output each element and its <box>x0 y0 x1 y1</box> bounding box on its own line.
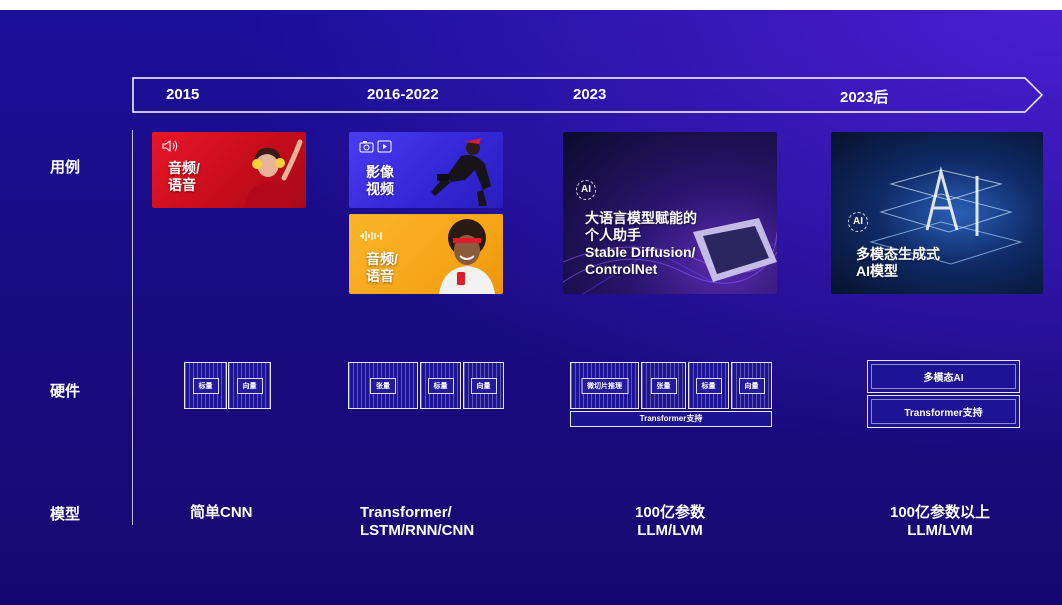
hw-2023-scalar-label: 标量 <box>695 377 722 394</box>
hw-2023-vector-label: 向量 <box>738 377 765 394</box>
ai-badge-icon-2: AI <box>848 212 868 232</box>
woman-headphones-photo <box>244 139 303 208</box>
use-case-2015-text-1: 音频/ <box>168 160 200 176</box>
row-label-hardware: 硬件 <box>50 383 81 400</box>
hw-2023-later-multimodal-ai: 多模态AI <box>867 360 1020 393</box>
hw-2023-vector: 向量 <box>731 362 772 409</box>
use-case-2023-assistant: AI 大语言模型赋能的 个人助手 Stable Diffusion/ Contr… <box>563 132 777 294</box>
model-2016-line-1: Transformer/ <box>360 504 452 521</box>
hw-2023-micro-tile-label: 微切片推理 <box>581 377 628 394</box>
use-case-2023-text-1: 大语言模型赋能的 <box>585 210 697 226</box>
speaker-icon <box>162 140 178 152</box>
use-case-2023-text-3: Stable Diffusion/ <box>585 244 696 260</box>
hw-2016-tensor-label: 张量 <box>370 377 396 394</box>
vertical-divider <box>132 130 133 525</box>
use-case-2023-text-2: 个人助手 <box>585 227 641 243</box>
hw-2015-scalar-label: 标量 <box>192 377 219 394</box>
year-2015: 2015 <box>166 86 200 103</box>
use-case-2023-text-4: ControlNet <box>585 261 658 277</box>
top-band <box>0 0 1062 10</box>
hw-2023-later-multimodal-label: 多模态AI <box>923 373 964 384</box>
year-2016-2022: 2016-2022 <box>367 86 439 103</box>
model-2023-line-2: LLM/LVM <box>637 522 703 539</box>
use-case-2016-video: 影像 视频 <box>349 132 503 208</box>
model-2023-line-1: 100亿参数 <box>634 504 706 521</box>
use-case-2015-text-2: 语音 <box>168 177 196 193</box>
hw-2015-vector: 向量 <box>228 362 271 409</box>
use-case-2016-audio-text-1: 音频/ <box>366 251 398 267</box>
year-2023-later: 2023后 <box>840 89 889 106</box>
row-label-models: 模型 <box>50 506 81 523</box>
slide: 2015 2016-2022 2023 2023后 用例 硬件 模型 音频/ 语… <box>0 0 1062 605</box>
model-2023-later-line-2: LLM/LVM <box>907 522 973 539</box>
hw-2023-scalar: 标量 <box>688 362 729 409</box>
hw-2023-tensor: 张量 <box>641 362 686 409</box>
use-case-2023-later-multimodal: AI 多模态生成式 AI模型 <box>831 132 1043 294</box>
use-case-2015-audio: 音频/ 语音 <box>152 132 306 208</box>
use-case-2016-video-text-1: 影像 <box>366 164 394 180</box>
hw-2016-tensor: 张量 <box>348 362 418 409</box>
year-2023: 2023 <box>573 86 607 103</box>
waveform-icon <box>360 231 382 241</box>
model-2023-later-line-1: 100亿参数以上 <box>889 504 991 521</box>
row-label-use-cases: 用例 <box>50 159 81 176</box>
use-case-2023-later-text-1: 多模态生成式 <box>856 246 940 262</box>
smiling-man-phone-photo <box>439 219 495 294</box>
use-case-2016-audio: 音频/ 语音 <box>349 214 503 294</box>
use-case-2016-video-text-2: 视频 <box>366 181 394 197</box>
hw-2016-scalar-label: 标量 <box>427 377 454 394</box>
hw-2023-tensor-label: 张量 <box>650 377 677 394</box>
hw-2016-scalar: 标量 <box>420 362 461 409</box>
camera-play-icons <box>359 140 392 153</box>
use-case-2016-audio-text-2: 语音 <box>366 268 394 284</box>
hw-2023-micro-tile-inference: 微切片推理 <box>570 362 639 409</box>
use-case-2023-later-text-2: AI模型 <box>856 263 898 279</box>
ai-badge-icon: AI <box>576 180 596 200</box>
hw-2023-later-transformer: Transformer支持 <box>867 395 1020 428</box>
hw-2016-vector: 向量 <box>463 362 504 409</box>
hw-2015-vector-label: 向量 <box>236 377 263 394</box>
hw-2015-scalar: 标量 <box>184 362 227 409</box>
hw-2023-later-transformer-label: Transformer支持 <box>904 408 983 419</box>
model-2016-line-2: LSTM/RNN/CNN <box>360 522 475 539</box>
hw-2016-vector-label: 向量 <box>470 377 497 394</box>
kneeling-photographer-photo <box>431 138 491 206</box>
model-2015: 简单CNN <box>190 504 253 521</box>
hw-2023-transformer-bar: Transformer支持 <box>570 411 772 427</box>
